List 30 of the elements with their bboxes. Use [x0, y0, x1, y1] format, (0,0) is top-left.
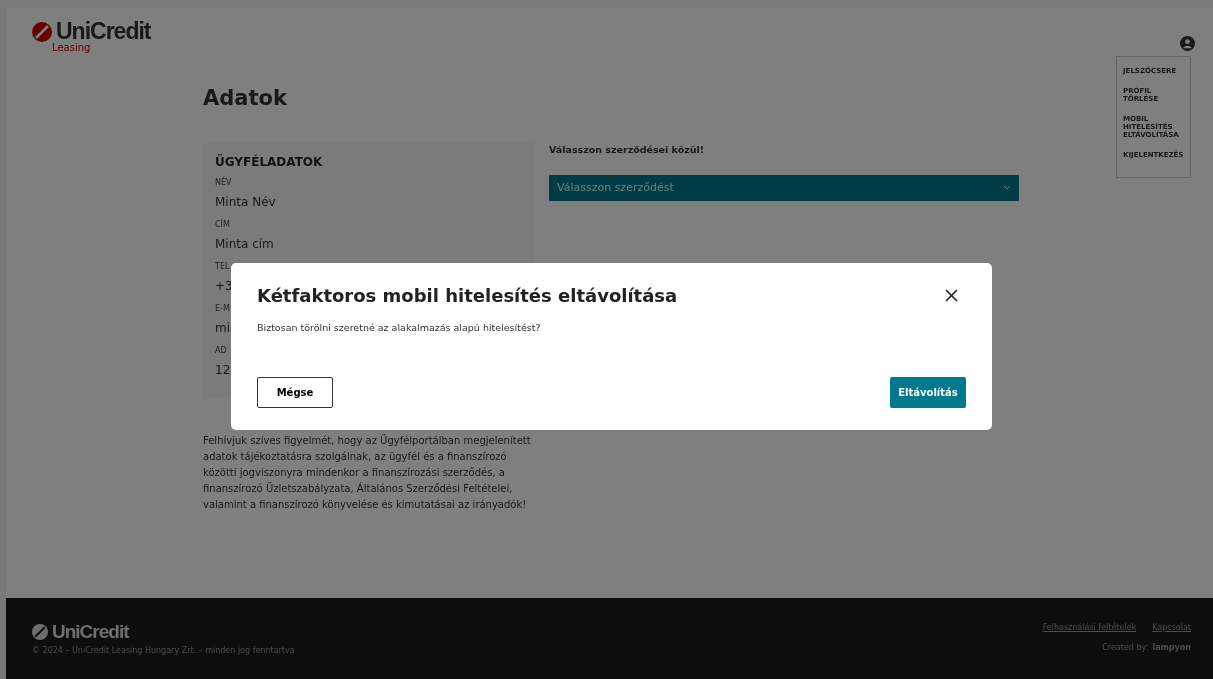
contract-select[interactable]: Válasszon szerződést	[549, 174, 1019, 201]
close-icon[interactable]	[945, 289, 958, 303]
field-label: AD	[215, 344, 227, 357]
field-value: 12	[215, 361, 231, 379]
logo-subtitle: Leasing	[52, 43, 92, 53]
creator-name[interactable]: lampyon	[1152, 642, 1191, 654]
field-label: NÉV	[215, 176, 232, 189]
footer-logo-text: UniCredit	[52, 622, 129, 641]
chevron-icon	[1003, 185, 1011, 191]
cancel-button[interactable]: Mégse	[257, 377, 333, 408]
page-title: Adatok	[203, 85, 287, 112]
field-label: TEL	[215, 260, 230, 273]
logo-icon	[32, 21, 52, 42]
user-icon[interactable]	[1180, 36, 1195, 51]
modal-message: Biztosan törölni szeretné az alakalmazás alapú hitelesítést?	[257, 320, 542, 335]
modal-title: Kétfaktoros mobil hitelesítés eltávolítása	[257, 285, 678, 307]
field-value: mi	[215, 319, 231, 337]
select-label: Válasszon szerződései közül!	[549, 142, 706, 157]
field-value: Minta cím	[215, 235, 274, 253]
field-label: E-M	[215, 302, 230, 315]
remove-button[interactable]: Eltávolítás	[890, 377, 966, 408]
notice-text: Felhívjuk szíves figyelmét, hogy az Ügyfélportálban megjelenített adatok tájékoztatásra szolgálnak, az ügyfél és a finanszírozó közötti jogviszonyra mindenkor a finanszírozási szerződés, a finanszírozó Üzletszabályzata, Általános Szerződési Feltételei, valamint a finanszírozó könyvelése és kimutatásai az irányadók!	[203, 433, 532, 512]
field-value: Minta Név	[215, 193, 276, 211]
select-placeholder: Válasszon szerződést	[557, 179, 674, 196]
field-label: CÍM	[215, 218, 230, 231]
footer-link[interactable]: Kapcsolat	[1152, 622, 1191, 634]
card-title-text: ÜGYFÉLADATOK	[215, 154, 324, 169]
logo-text: UniCredit	[56, 20, 151, 43]
logo-icon	[32, 623, 48, 640]
field-value: +3	[215, 277, 233, 295]
